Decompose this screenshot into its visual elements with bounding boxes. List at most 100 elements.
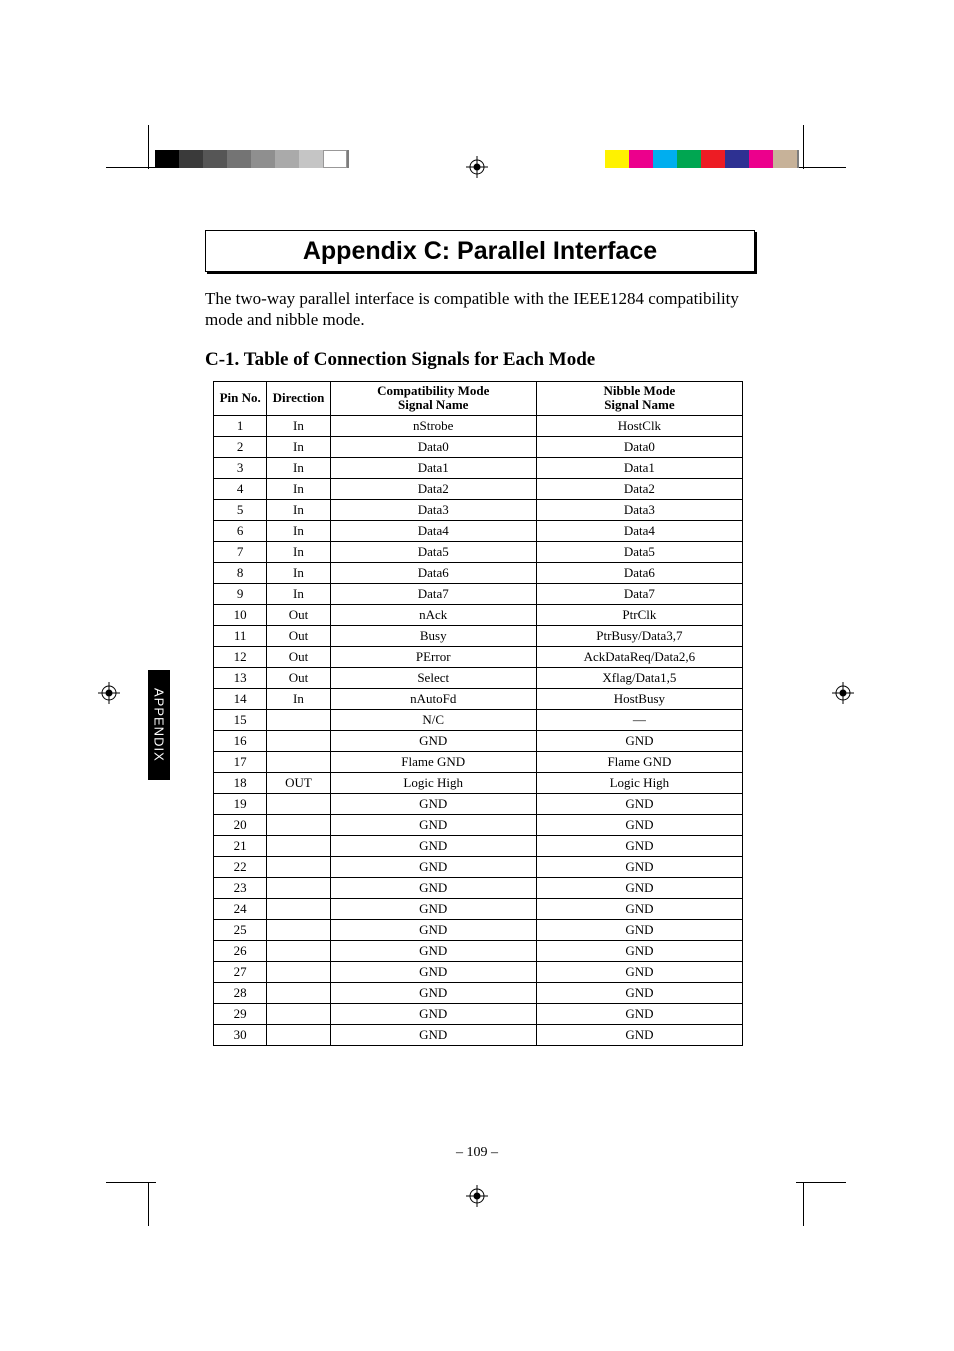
cell-pin: 12 — [214, 647, 267, 668]
cell-compat: N/C — [330, 710, 536, 731]
cell-compat: Data5 — [330, 542, 536, 563]
cell-pin: 30 — [214, 1025, 267, 1046]
cell-compat: GND — [330, 815, 536, 836]
cell-compat: GND — [330, 878, 536, 899]
cell-dir: In — [267, 689, 330, 710]
side-tab-appendix: APPENDIX — [148, 670, 170, 780]
cell-nibble: GND — [536, 794, 742, 815]
cell-dir — [267, 899, 330, 920]
cell-dir: Out — [267, 626, 330, 647]
cell-compat: Logic High — [330, 773, 536, 794]
table-row: 29GNDGND — [214, 1004, 743, 1025]
cell-compat: GND — [330, 731, 536, 752]
table-row: 3InData1Data1 — [214, 458, 743, 479]
crop-mark — [148, 125, 149, 169]
cell-nibble: Data2 — [536, 479, 742, 500]
cell-pin: 6 — [214, 521, 267, 542]
table-row: 28GNDGND — [214, 983, 743, 1004]
cell-nibble: Xflag/Data1,5 — [536, 668, 742, 689]
swatch — [155, 150, 179, 168]
cell-compat: GND — [330, 941, 536, 962]
swatch — [179, 150, 203, 168]
header-direction: Direction — [267, 381, 330, 416]
swatch — [725, 150, 749, 168]
table-row: 25GNDGND — [214, 920, 743, 941]
table-row: 14InnAutoFdHostBusy — [214, 689, 743, 710]
cell-nibble: GND — [536, 1004, 742, 1025]
cell-dir — [267, 710, 330, 731]
cell-pin: 25 — [214, 920, 267, 941]
cell-pin: 9 — [214, 584, 267, 605]
cell-nibble: Data3 — [536, 500, 742, 521]
swatch — [629, 150, 653, 168]
cell-dir — [267, 878, 330, 899]
grayscale-colorbar — [155, 150, 349, 168]
table-row: 19GNDGND — [214, 794, 743, 815]
cell-dir — [267, 815, 330, 836]
table-row: 5InData3Data3 — [214, 500, 743, 521]
cell-compat: Data1 — [330, 458, 536, 479]
cell-pin: 1 — [214, 416, 267, 437]
cell-pin: 26 — [214, 941, 267, 962]
cell-dir — [267, 962, 330, 983]
cell-nibble: GND — [536, 1025, 742, 1046]
cell-dir — [267, 1004, 330, 1025]
swatch — [323, 150, 347, 168]
cell-dir — [267, 1025, 330, 1046]
cell-pin: 20 — [214, 815, 267, 836]
cell-pin: 18 — [214, 773, 267, 794]
swatch — [203, 150, 227, 168]
table-row: 23GNDGND — [214, 878, 743, 899]
cell-dir: OUT — [267, 773, 330, 794]
cell-compat: GND — [330, 962, 536, 983]
cell-nibble: GND — [536, 983, 742, 1004]
cell-nibble: GND — [536, 920, 742, 941]
swatch — [701, 150, 725, 168]
cell-dir: In — [267, 542, 330, 563]
cell-nibble: GND — [536, 941, 742, 962]
cell-compat: Busy — [330, 626, 536, 647]
table-row: 9InData7Data7 — [214, 584, 743, 605]
table-row: 22GNDGND — [214, 857, 743, 878]
cell-compat: Data0 — [330, 437, 536, 458]
swatch — [605, 150, 629, 168]
cell-nibble: Data7 — [536, 584, 742, 605]
cell-pin: 27 — [214, 962, 267, 983]
cell-pin: 2 — [214, 437, 267, 458]
cell-nibble: PtrClk — [536, 605, 742, 626]
cell-pin: 13 — [214, 668, 267, 689]
cell-nibble: Data4 — [536, 521, 742, 542]
table-row: 11OutBusyPtrBusy/Data3,7 — [214, 626, 743, 647]
header-nibble-l2: Signal Name — [604, 397, 674, 412]
cell-dir: In — [267, 563, 330, 584]
registration-mark-icon — [98, 682, 120, 704]
cell-nibble: Data1 — [536, 458, 742, 479]
cell-nibble: GND — [536, 857, 742, 878]
table-row: 30GNDGND — [214, 1025, 743, 1046]
divider — [797, 150, 799, 168]
header-compat-l2: Signal Name — [398, 397, 468, 412]
table-row: 17Flame GNDFlame GND — [214, 752, 743, 773]
cell-compat: nStrobe — [330, 416, 536, 437]
cell-pin: 7 — [214, 542, 267, 563]
cell-dir: In — [267, 521, 330, 542]
swatch — [773, 150, 797, 168]
cell-compat: GND — [330, 1004, 536, 1025]
cell-nibble: GND — [536, 962, 742, 983]
cell-nibble: Data0 — [536, 437, 742, 458]
crop-mark — [803, 125, 804, 169]
cell-compat: Data7 — [330, 584, 536, 605]
header-nibble-l1: Nibble Mode — [603, 383, 675, 398]
cell-nibble: GND — [536, 836, 742, 857]
cell-compat: nAck — [330, 605, 536, 626]
page-number: – 109 – — [0, 1145, 954, 1161]
cell-pin: 14 — [214, 689, 267, 710]
cell-dir: In — [267, 458, 330, 479]
table-row: 2InData0Data0 — [214, 437, 743, 458]
table-row: 21GNDGND — [214, 836, 743, 857]
cell-pin: 16 — [214, 731, 267, 752]
table-row: 8InData6Data6 — [214, 563, 743, 584]
swatch — [677, 150, 701, 168]
table-row: 16GNDGND — [214, 731, 743, 752]
swatch — [653, 150, 677, 168]
